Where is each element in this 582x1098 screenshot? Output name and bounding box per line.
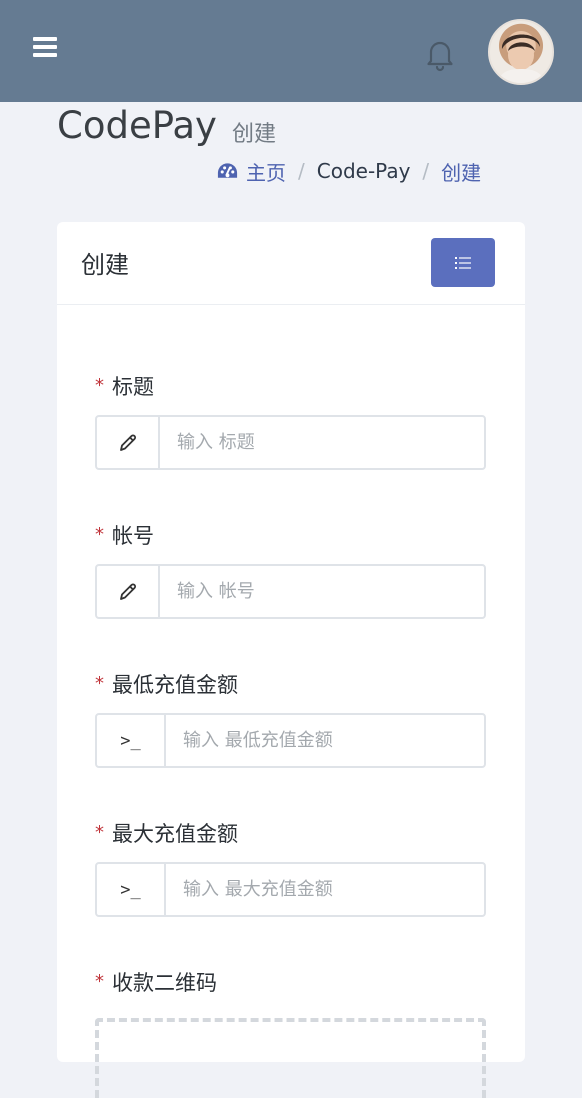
- account-input-group: [95, 564, 486, 619]
- breadcrumb-current: 创建: [441, 160, 482, 185]
- breadcrumb-separator: /: [298, 159, 305, 183]
- list-button[interactable]: [431, 238, 495, 287]
- terminal-icon: >_: [97, 864, 166, 915]
- top-navbar: [0, 0, 582, 102]
- card-header: 创建: [57, 222, 525, 305]
- min-amount-input-group: >_: [95, 713, 486, 768]
- required-mark: *: [95, 971, 104, 992]
- required-mark: *: [95, 822, 104, 843]
- required-mark: *: [95, 375, 104, 396]
- account-input[interactable]: [160, 566, 484, 617]
- min-amount-field-label: * 最低充值金额: [95, 673, 238, 697]
- bell-icon[interactable]: [422, 36, 458, 72]
- breadcrumb-separator: /: [422, 159, 430, 183]
- pencil-icon: [97, 566, 160, 617]
- breadcrumb-home-link[interactable]: 主页: [246, 157, 286, 186]
- terminal-icon: >_: [97, 715, 166, 766]
- list-icon: [455, 256, 471, 269]
- page-subtitle: 创建: [232, 122, 277, 147]
- breadcrumb: 主页 / Code-Pay / 创建: [216, 157, 482, 186]
- account-field-label: * 帐号: [95, 524, 154, 548]
- card-title: 创建: [81, 251, 129, 279]
- qrcode-field-label: * 收款二维码: [95, 971, 217, 995]
- create-form-card: 创建 *标题 *帐号: [57, 222, 525, 1098]
- max-amount-input[interactable]: [166, 864, 484, 915]
- required-mark: *: [95, 673, 104, 694]
- hamburger-menu-icon[interactable]: [33, 37, 57, 57]
- qrcode-upload-dropzone[interactable]: [95, 1018, 486, 1098]
- page-title: CodePay: [57, 104, 217, 147]
- title-field-label: * 标题: [95, 375, 154, 399]
- required-mark: *: [95, 524, 104, 545]
- title-input[interactable]: [160, 417, 484, 468]
- user-avatar[interactable]: [488, 19, 554, 85]
- pencil-icon: [97, 417, 160, 468]
- max-amount-input-group: >_: [95, 862, 486, 917]
- dashboard-icon: [217, 163, 238, 178]
- max-amount-field-label: * 最大充值金额: [95, 822, 238, 846]
- breadcrumb-section-link[interactable]: Code-Pay: [317, 159, 411, 183]
- title-input-group: [95, 415, 486, 470]
- min-amount-input[interactable]: [166, 715, 484, 766]
